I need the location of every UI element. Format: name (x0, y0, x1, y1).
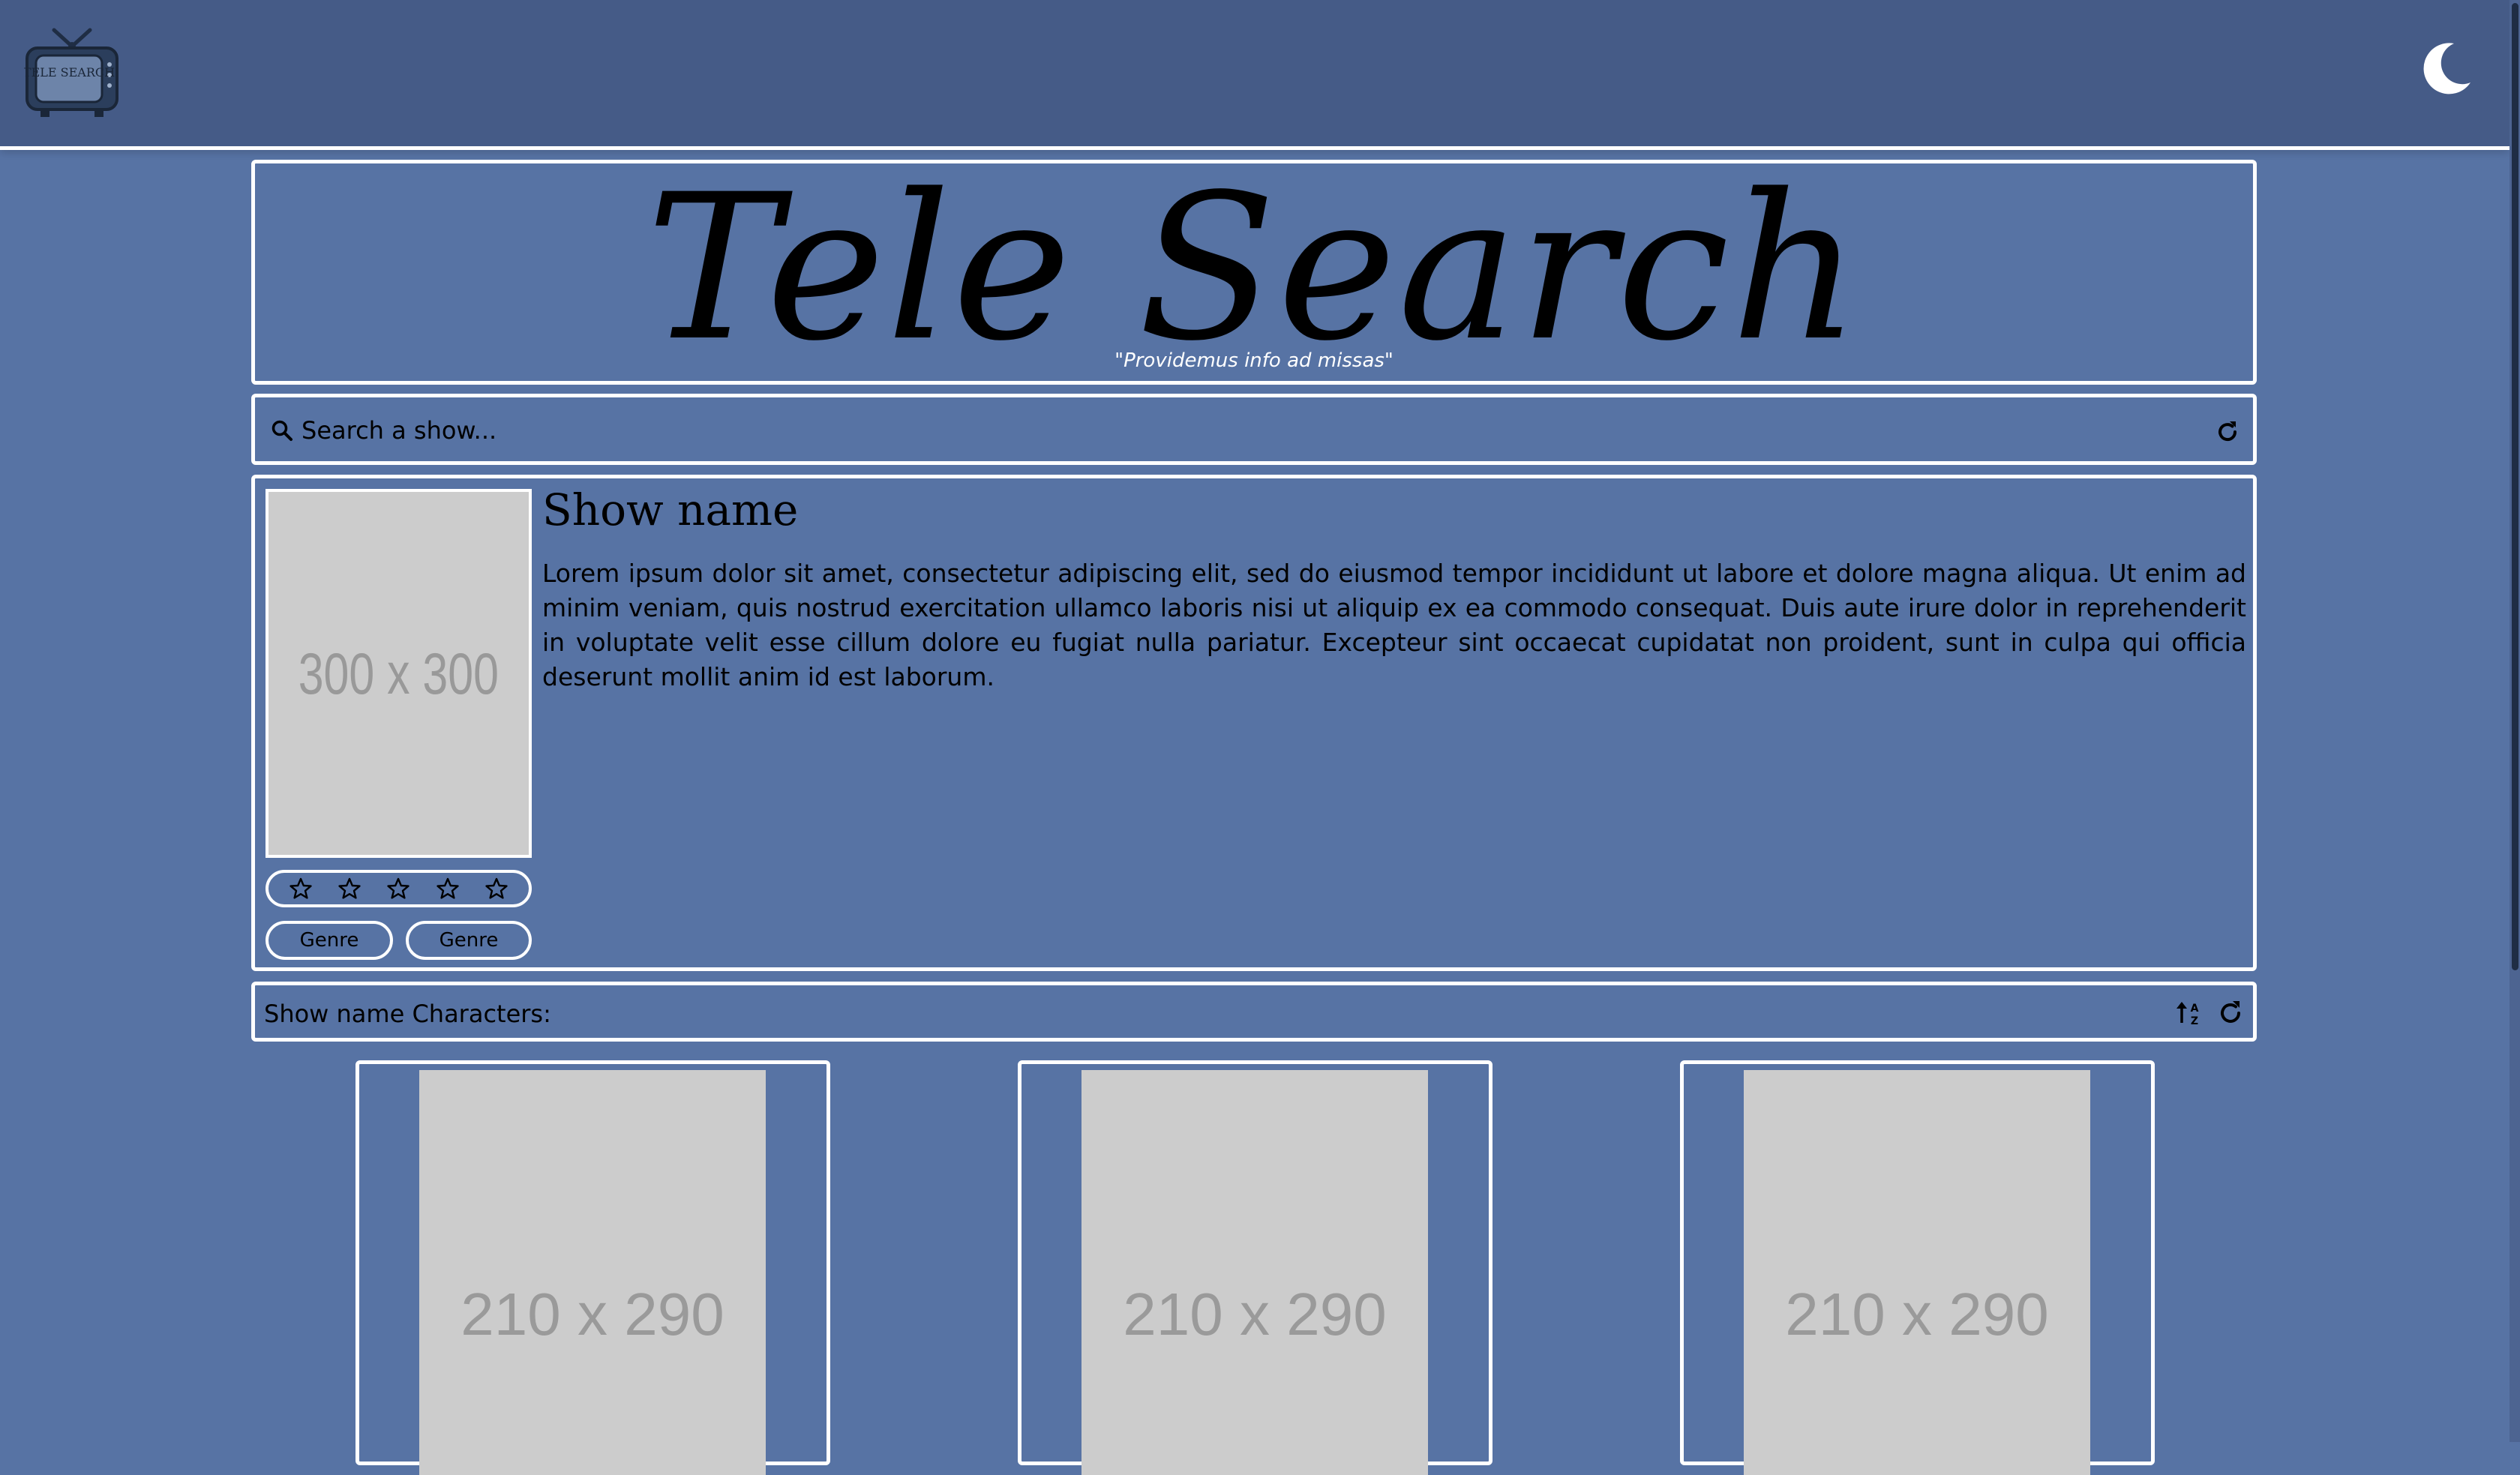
svg-text:Z: Z (2191, 1015, 2198, 1027)
character-card[interactable]: 210 x 290 (356, 1060, 830, 1475)
moon-icon[interactable] (2416, 39, 2474, 96)
logo-text: TELE SEARCH (24, 65, 115, 79)
genre-tag[interactable]: Genre (406, 921, 532, 960)
star-outline-icon[interactable] (289, 877, 313, 901)
show-title: Show name (542, 484, 799, 535)
character-image-label: 210 x 290 (1123, 1281, 1387, 1348)
site-title: Tele Search (646, 151, 1862, 385)
show-description: Lorem ipsum dolor sit amet, consectetur … (542, 559, 2246, 691)
character-image: 210 x 290 (1082, 1070, 1428, 1475)
search-input[interactable] (300, 408, 2178, 453)
characters-header: Show name Characters: A Z (251, 982, 2257, 1042)
sort-alpha-icon[interactable]: A Z (2175, 999, 2204, 1027)
genre-tag[interactable]: Genre (266, 921, 393, 960)
star-rating[interactable] (266, 870, 532, 907)
search-icon (272, 420, 292, 441)
tv-logo-icon[interactable]: TELE SEARCH (24, 25, 120, 120)
top-navbar: TELE SEARCH (0, 0, 2510, 150)
character-image: 210 x 290 (1744, 1070, 2090, 1475)
star-outline-icon[interactable] (436, 877, 460, 901)
show-poster: 300 x 300 (266, 489, 532, 858)
star-outline-icon[interactable] (386, 877, 410, 901)
character-card[interactable]: 210 x 290 (1018, 1060, 1492, 1475)
star-outline-icon[interactable] (484, 877, 508, 901)
characters-title: Show name Characters: (264, 1000, 551, 1028)
character-image: 210 x 290 (419, 1070, 766, 1475)
page-scrollbar-thumb[interactable] (2512, 3, 2518, 970)
site-header: Tele Search "Providemus info ad missas" (251, 160, 2257, 385)
search-bar (251, 394, 2257, 465)
site-tagline: "Providemus info ad missas" (1114, 349, 1394, 372)
character-image-label: 210 x 290 (460, 1281, 724, 1348)
refresh-icon[interactable] (2214, 418, 2241, 445)
svg-text:A: A (2191, 1003, 2199, 1015)
refresh-icon[interactable] (2216, 999, 2245, 1027)
show-details-panel: 300 x 300 Genre Genre Show name Lorem ip… (251, 475, 2257, 971)
star-outline-icon[interactable] (338, 877, 362, 901)
character-image-label: 210 x 290 (1785, 1281, 2049, 1348)
character-card[interactable]: 210 x 290 (1680, 1060, 2155, 1475)
poster-placeholder-label: 300 x 300 (298, 640, 500, 706)
